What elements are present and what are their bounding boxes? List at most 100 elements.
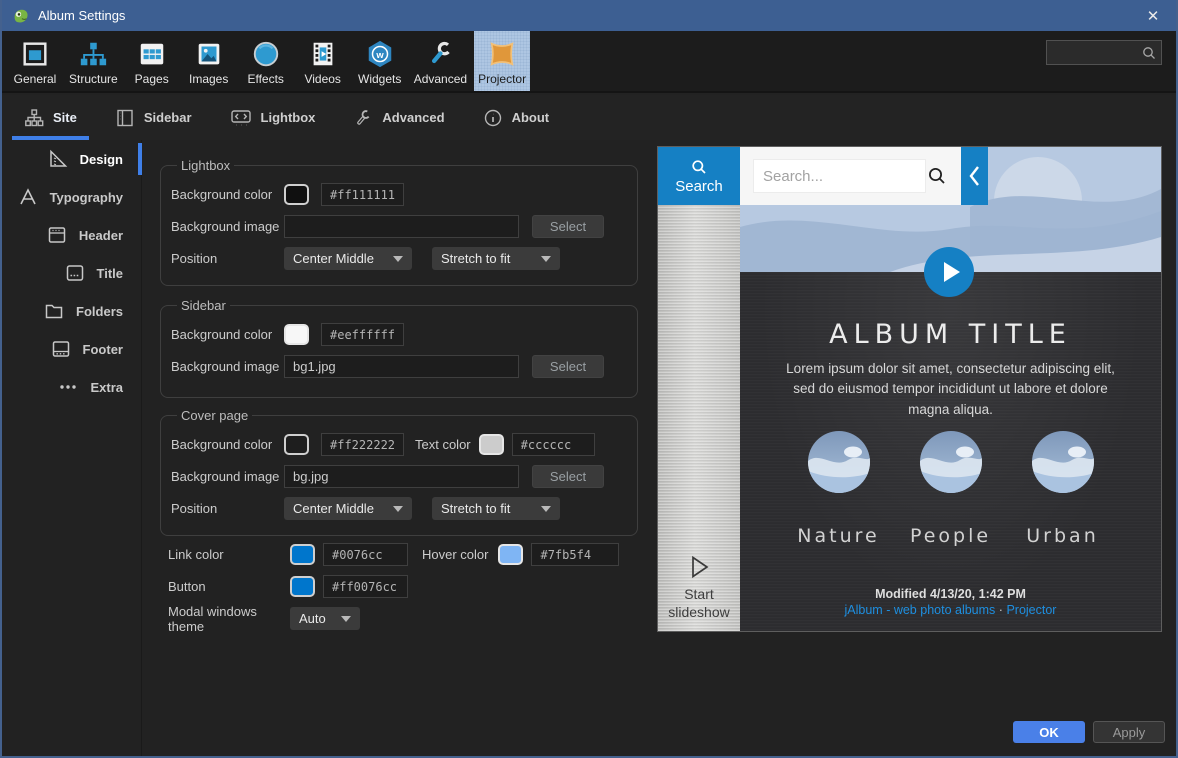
film-icon <box>307 38 339 70</box>
toolbar-item-widgets[interactable]: w Widgets <box>353 31 407 91</box>
toolbar-item-label: Widgets <box>358 72 401 86</box>
toolbar-item-label: Structure <box>69 72 118 86</box>
svg-text:w: w <box>375 50 384 60</box>
settings-tab-bar: Site Sidebar Lightbox Advanced About <box>2 95 1176 140</box>
select-image-button[interactable]: Select <box>532 215 604 238</box>
play-icon <box>944 262 960 282</box>
play-button[interactable] <box>924 247 974 297</box>
toolbar-item-advanced[interactable]: Advanced <box>410 31 471 91</box>
nav-item-label: Typography <box>50 190 123 205</box>
position-dropdown[interactable]: Center Middle <box>284 497 412 520</box>
search-icon[interactable] <box>926 165 948 187</box>
link-color-label: Link color <box>168 547 290 562</box>
nav-item-header[interactable]: Header <box>2 216 141 254</box>
select-image-button[interactable]: Select <box>532 465 604 488</box>
button-color-swatch[interactable] <box>290 576 315 597</box>
hover-color-hex-input[interactable] <box>531 543 619 566</box>
toolbar-item-effects[interactable]: Effects <box>239 31 293 91</box>
sidebar-section: Sidebar Background color Background imag… <box>160 298 638 398</box>
chevron-down-icon <box>393 256 403 262</box>
toolbar-item-structure[interactable]: Structure <box>65 31 122 91</box>
tab-label: Lightbox <box>261 110 316 125</box>
toolbar-search-input[interactable] <box>1053 46 1141 60</box>
text-color-label: Text color <box>415 437 471 452</box>
nav-item-extra[interactable]: Extra <box>2 368 141 406</box>
position-label: Position <box>171 501 284 516</box>
album-title: ALBUM TITLE <box>740 319 1161 350</box>
background-image-input[interactable] <box>284 465 519 488</box>
nav-item-label: Header <box>79 228 123 243</box>
close-icon[interactable]: ✕ <box>1140 7 1166 25</box>
scale-dropdown[interactable]: Stretch to fit <box>432 247 560 270</box>
modified-timestamp: Modified 4/13/20, 1:42 PM <box>740 587 1161 601</box>
tab-label: About <box>512 110 550 125</box>
lens-icon <box>250 38 282 70</box>
cover-page-legend: Cover page <box>177 408 252 423</box>
tab-advanced[interactable]: Advanced <box>341 95 456 140</box>
toolbar-item-label: Images <box>189 72 228 86</box>
tab-site[interactable]: Site <box>12 95 89 140</box>
nav-item-label: Footer <box>83 342 123 357</box>
toolbar-item-label: Effects <box>247 72 283 86</box>
info-icon <box>483 108 503 128</box>
collapse-search-button[interactable] <box>961 147 988 205</box>
preview-search-button[interactable]: Search <box>658 147 740 205</box>
toolbar-item-images[interactable]: Images <box>182 31 236 91</box>
scale-dropdown[interactable]: Stretch to fit <box>432 497 560 520</box>
ok-button[interactable]: OK <box>1013 721 1085 743</box>
background-color-hex-input[interactable] <box>321 183 404 206</box>
toolbar-search-box[interactable] <box>1046 40 1162 65</box>
background-color-swatch[interactable] <box>284 324 309 345</box>
background-color-hex-input[interactable] <box>321 323 404 346</box>
preview-search-input[interactable] <box>753 159 926 193</box>
toolbar-item-pages[interactable]: Pages <box>125 31 179 91</box>
nav-item-label: Design <box>80 152 123 167</box>
text-color-swatch[interactable] <box>479 434 504 455</box>
modal-theme-dropdown[interactable]: Auto <box>290 607 360 630</box>
position-label: Position <box>171 251 284 266</box>
background-color-swatch[interactable] <box>284 184 309 205</box>
tab-sidebar[interactable]: Sidebar <box>103 95 204 140</box>
search-icon <box>1141 45 1157 61</box>
photo-icon <box>193 38 225 70</box>
folder-thumb-urban[interactable]: Urban <box>1032 431 1094 547</box>
link-color-swatch[interactable] <box>290 544 315 565</box>
toolbar-item-label: Advanced <box>414 72 467 86</box>
letter-a-icon <box>17 186 39 208</box>
text-color-hex-input[interactable] <box>512 433 595 456</box>
background-image-input[interactable] <box>284 355 519 378</box>
link-color-hex-input[interactable] <box>323 543 408 566</box>
folder-thumb-people[interactable]: People <box>920 431 982 547</box>
button-color-hex-input[interactable] <box>323 575 408 598</box>
start-slideshow-button[interactable]: Startslideshow <box>658 554 740 631</box>
modal-theme-row: Modal windows theme Auto <box>168 607 360 630</box>
projector-link[interactable]: Projector <box>1006 603 1056 617</box>
apply-button[interactable]: Apply <box>1093 721 1165 743</box>
folder-thumb-image <box>1032 431 1094 493</box>
jalbum-link[interactable]: jAlbum - web photo albums <box>845 603 996 617</box>
nav-item-title[interactable]: Title <box>2 254 141 292</box>
nav-item-folders[interactable]: Folders <box>2 292 141 330</box>
toolbar-item-label: Pages <box>135 72 169 86</box>
hover-color-swatch[interactable] <box>498 544 523 565</box>
nav-item-design[interactable]: Design <box>2 140 141 178</box>
toolbar-item-projector[interactable]: Projector <box>474 31 530 91</box>
nav-item-footer[interactable]: Footer <box>2 330 141 368</box>
folder-thumb-nature[interactable]: Nature <box>808 431 870 547</box>
background-color-hex-input[interactable] <box>321 433 404 456</box>
select-image-button[interactable]: Select <box>532 355 604 378</box>
search-label: Search <box>675 178 723 195</box>
nav-item-label: Extra <box>90 380 123 395</box>
link-separator: · <box>999 603 1003 617</box>
folder-thumb-label: Nature <box>797 525 879 547</box>
toolbar-item-general[interactable]: General <box>8 31 62 91</box>
tab-lightbox[interactable]: Lightbox <box>218 95 328 140</box>
position-dropdown[interactable]: Center Middle <box>284 247 412 270</box>
toolbar-item-videos[interactable]: Videos <box>296 31 350 91</box>
tab-about[interactable]: About <box>471 95 562 140</box>
nav-item-typography[interactable]: Typography <box>2 178 141 216</box>
background-image-input[interactable] <box>284 215 519 238</box>
lightbox-legend: Lightbox <box>177 158 234 173</box>
background-color-swatch[interactable] <box>284 434 309 455</box>
lightbox-icon <box>230 108 252 128</box>
